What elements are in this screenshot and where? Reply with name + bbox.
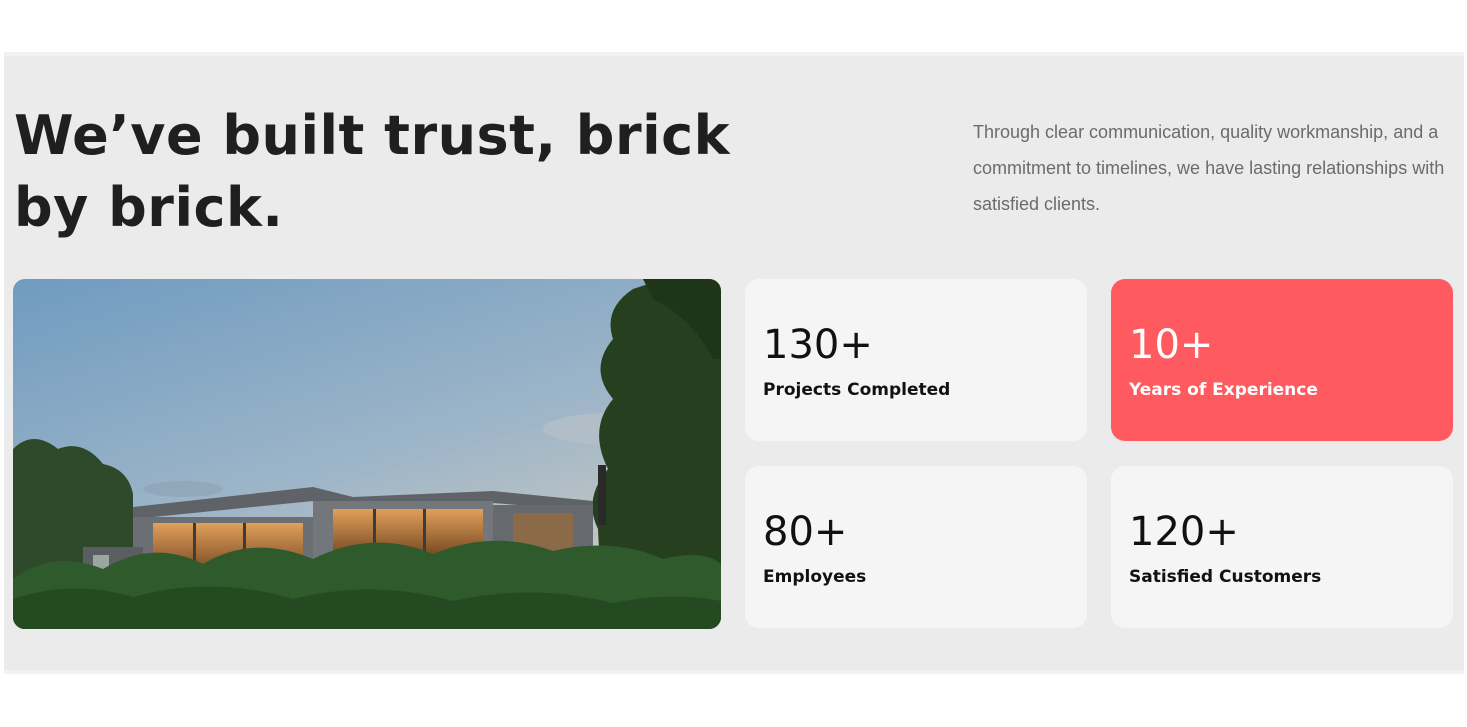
stat-label: Satisfied Customers [1129,567,1322,587]
stat-value: 80+ [763,509,848,555]
stat-label: Years of Experience [1129,380,1318,400]
stat-card-experience: 10+ Years of Experience [1111,279,1453,441]
stat-value: 130+ [763,322,873,368]
stat-label: Projects Completed [763,380,951,400]
house-photo [13,279,721,629]
house-photo-illustration [13,279,721,629]
stats-section: We’ve built trust, brick by brick. Throu… [4,52,1464,674]
section-headline: We’ve built trust, brick by brick. [14,104,731,239]
stat-value: 120+ [1129,509,1239,555]
stat-card-customers: 120+ Satisfied Customers [1111,466,1453,628]
stat-value: 10+ [1129,322,1214,368]
stat-label: Employees [763,567,867,587]
stat-card-employees: 80+ Employees [745,466,1087,628]
section-intro-text: Through clear communication, quality wor… [973,122,1445,214]
stat-card-projects: 130+ Projects Completed [745,279,1087,441]
